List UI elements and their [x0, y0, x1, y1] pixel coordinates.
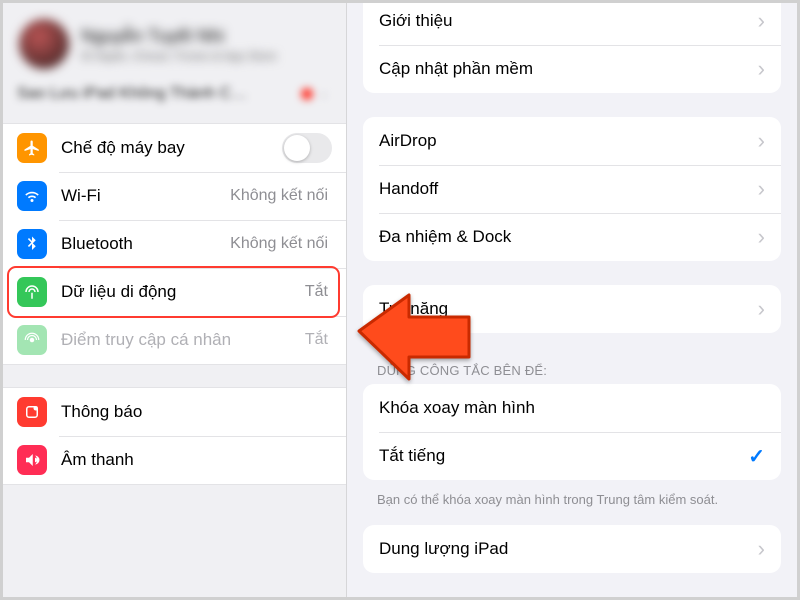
handoff-label: Handoff: [379, 179, 758, 199]
multitask-label: Đa nhiệm & Dock: [379, 227, 758, 247]
lock-rotation-label: Khóa xoay màn hình: [379, 398, 765, 418]
row-mute[interactable]: Tắt tiếng ✓: [363, 432, 781, 480]
switch-footer-note: Bạn có thể khóa xoay màn hình trong Trun…: [347, 486, 797, 525]
chevron-right-icon: ›: [758, 8, 765, 34]
notifications-icon: [17, 397, 47, 427]
sidebar-item-hotspot[interactable]: Điểm truy cập cá nhân Tắt: [3, 316, 346, 364]
chevron-right-icon: ›: [758, 128, 765, 154]
sidebar-item-sound[interactable]: Âm thanh: [3, 436, 346, 484]
settings-sidebar: Nguyễn Tuyết Nhi ID Apple, iCloud, iTune…: [3, 3, 347, 597]
airplane-label: Chế độ máy bay: [61, 138, 282, 158]
chevron-right-icon: ›: [758, 296, 765, 322]
sidebar-item-cellular[interactable]: Dữ liệu di động Tắt: [3, 268, 346, 316]
chevron-right-icon: ›: [758, 176, 765, 202]
cellular-value: Tắt: [305, 283, 328, 301]
hotspot-value: Tắt: [305, 331, 328, 349]
cellular-icon: [17, 277, 47, 307]
bluetooth-label: Bluetooth: [61, 234, 230, 254]
row-lock-rotation[interactable]: Khóa xoay màn hình: [363, 384, 781, 432]
airplane-toggle[interactable]: [282, 133, 332, 163]
wifi-value: Không kết nối: [230, 187, 328, 205]
row-about[interactable]: Giới thiệu ›: [363, 3, 781, 45]
hotspot-label: Điểm truy cập cá nhân: [61, 330, 305, 350]
about-label: Giới thiệu: [379, 11, 758, 31]
avatar: [19, 19, 69, 69]
row-update[interactable]: Cập nhật phần mềm ›: [363, 45, 781, 93]
wifi-icon: [17, 181, 47, 211]
row-multitask[interactable]: Đa nhiệm & Dock ›: [363, 213, 781, 261]
airplane-icon: [17, 133, 47, 163]
row-accessibility[interactable]: Trợ năng ›: [363, 285, 781, 333]
sound-icon: [17, 445, 47, 475]
bluetooth-value: Không kết nối: [230, 235, 328, 253]
profile-block[interactable]: Nguyễn Tuyết Nhi ID Apple, iCloud, iTune…: [15, 13, 334, 105]
update-label: Cập nhật phần mềm: [379, 59, 758, 79]
row-handoff[interactable]: Handoff ›: [363, 165, 781, 213]
accessibility-label: Trợ năng: [379, 299, 758, 319]
sidebar-item-notifications[interactable]: Thông báo: [3, 388, 346, 436]
settings-detail: Giới thiệu › Cập nhật phần mềm › AirDrop…: [347, 3, 797, 597]
chevron-right-icon: ›: [758, 224, 765, 250]
backup-warning: Sao Lưu iPad Không Thành C…: [17, 85, 247, 103]
profile-name: Nguyễn Tuyết Nhi: [81, 26, 277, 47]
chevron-right-icon: ›: [321, 86, 326, 102]
bluetooth-icon: [17, 229, 47, 259]
storage-label: Dung lượng iPad: [379, 539, 758, 559]
mute-label: Tắt tiếng: [379, 446, 748, 466]
cellular-label: Dữ liệu di động: [61, 282, 305, 302]
chevron-right-icon: ›: [758, 536, 765, 562]
airdrop-label: AirDrop: [379, 131, 758, 151]
alert-dot-icon: [301, 88, 313, 100]
chevron-right-icon: ›: [758, 56, 765, 82]
sidebar-item-bluetooth[interactable]: Bluetooth Không kết nối: [3, 220, 346, 268]
profile-subtitle: ID Apple, iCloud, iTunes & App Store: [81, 49, 277, 63]
sidebar-item-wifi[interactable]: Wi-Fi Không kết nối: [3, 172, 346, 220]
wifi-label: Wi-Fi: [61, 186, 230, 206]
hotspot-icon: [17, 325, 47, 355]
notifications-label: Thông báo: [61, 402, 332, 422]
row-storage[interactable]: Dung lượng iPad ›: [363, 525, 781, 573]
row-airdrop[interactable]: AirDrop ›: [363, 117, 781, 165]
switch-section-header: DÙNG CÔNG TẮC BÊN ĐỂ:: [347, 357, 797, 384]
sidebar-item-airplane[interactable]: Chế độ máy bay: [3, 124, 346, 172]
sound-label: Âm thanh: [61, 450, 332, 470]
checkmark-icon: ✓: [748, 444, 765, 469]
